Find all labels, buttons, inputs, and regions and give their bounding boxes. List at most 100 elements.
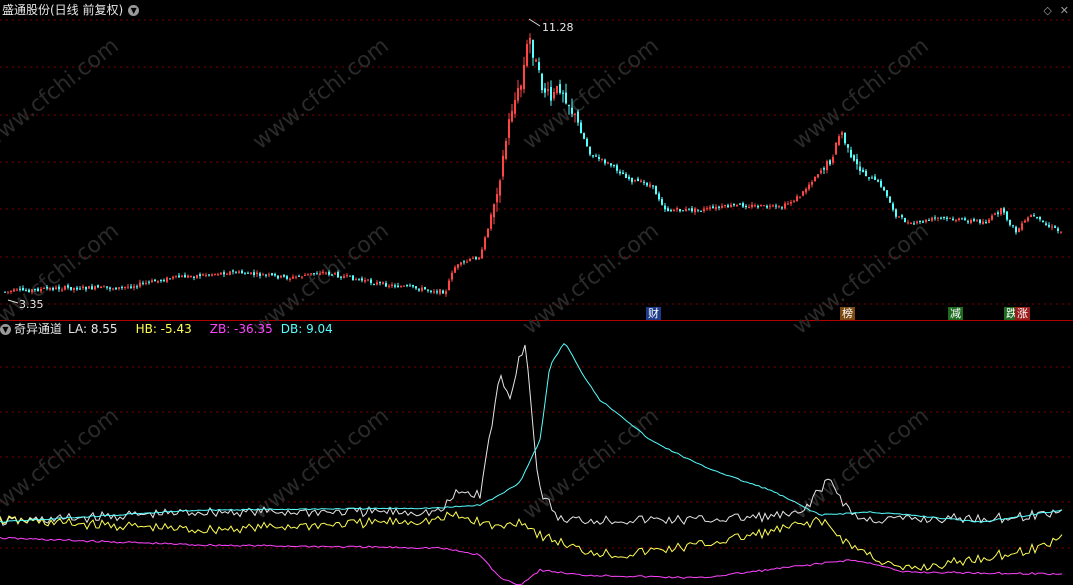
candle-body [382, 282, 384, 284]
candle-body [418, 289, 420, 291]
candle-body [601, 158, 603, 160]
candle-body [361, 278, 363, 281]
chevron-down-icon[interactable]: ▼ [0, 323, 11, 335]
candle-body [907, 222, 909, 224]
indicator-value-la: LA: 8.55 [68, 322, 118, 336]
candle-body [172, 276, 174, 279]
candle-body [259, 273, 261, 276]
candle-body [1027, 217, 1029, 221]
candle-body [1030, 214, 1032, 218]
candle-body [769, 205, 771, 207]
candle-body [892, 203, 894, 210]
candle-body [661, 199, 663, 205]
candle-body [901, 215, 903, 218]
candle-body [715, 206, 717, 210]
candle-body [592, 155, 594, 157]
candle-body [169, 278, 171, 280]
candle-body [556, 85, 558, 93]
candle-body [229, 271, 231, 275]
candle-body [916, 221, 918, 224]
window-controls: ◇ ✕ [1043, 4, 1069, 17]
candle-body [988, 219, 990, 223]
candle-body [508, 119, 510, 138]
candle-body [883, 187, 885, 191]
candle-body [562, 92, 564, 94]
candle-body [262, 274, 264, 276]
candle-body [898, 216, 900, 218]
candle-body [565, 92, 567, 104]
candle-body [859, 166, 861, 171]
candle-body [268, 274, 270, 276]
candle-body [619, 171, 621, 174]
candle-body [244, 273, 246, 275]
candle-body [787, 203, 789, 205]
candle-body [586, 138, 588, 147]
candle-body [997, 212, 999, 215]
candle-body [493, 204, 495, 218]
candle-body [568, 105, 570, 107]
candle-body [964, 218, 966, 220]
candle-body [547, 89, 549, 91]
candle-body [379, 282, 381, 284]
candle-body [970, 220, 972, 223]
candle-body [70, 287, 72, 290]
event-marker[interactable]: 涨 [1015, 307, 1030, 320]
candle-body [532, 39, 534, 58]
candle-body [631, 178, 633, 183]
candle-body [289, 278, 291, 280]
candle-body [904, 217, 906, 223]
candle-body [802, 191, 804, 196]
candle-body [388, 285, 390, 287]
candle-body [31, 289, 33, 293]
candle-body [250, 272, 252, 274]
candle-body [154, 279, 156, 282]
candle-body [373, 284, 375, 286]
candle-body [52, 287, 54, 290]
candle-body [1036, 216, 1038, 218]
candle-body [514, 100, 516, 114]
candle-body [292, 276, 294, 279]
candle-body [979, 219, 981, 224]
candle-body [643, 181, 645, 183]
indicator-name[interactable]: 奇异通道 [14, 322, 62, 336]
candle-body [358, 278, 360, 280]
candle-body [79, 288, 81, 290]
event-marker[interactable]: 榜 [840, 307, 855, 320]
candle-body [385, 283, 387, 287]
candle-body [283, 274, 285, 277]
watermark-text: www.cfchi.com [248, 33, 393, 154]
candle-body [352, 275, 354, 281]
candle-body [973, 219, 975, 221]
close-icon[interactable]: ✕ [1060, 4, 1069, 17]
candle-body [832, 156, 834, 163]
candle-body [952, 218, 954, 221]
candle-body [955, 220, 957, 222]
candle-body [886, 190, 888, 197]
candle-body [724, 205, 726, 207]
candle-body [1042, 220, 1044, 223]
candle-body [151, 280, 153, 283]
candle-body [196, 275, 198, 279]
event-marker[interactable]: 财 [646, 307, 661, 320]
candle-body [517, 88, 519, 101]
candle-body [55, 287, 57, 290]
candle-body [646, 182, 648, 186]
candle-body [538, 62, 540, 71]
chevron-down-icon[interactable]: ▼ [128, 5, 140, 16]
candle-body [424, 287, 426, 290]
candle-body [163, 280, 165, 282]
candle-body [583, 133, 585, 139]
candle-body [463, 261, 465, 263]
candle-body [112, 288, 114, 290]
candle-body [850, 149, 852, 158]
candle-body [487, 228, 489, 238]
event-marker[interactable]: 减 [948, 307, 963, 320]
candle-body [394, 285, 396, 287]
candle-body [406, 284, 408, 286]
diamond-icon[interactable]: ◇ [1043, 4, 1051, 17]
candle-body [793, 200, 795, 202]
candle-body [100, 286, 102, 289]
candle-body [277, 275, 279, 279]
candle-body [553, 91, 555, 99]
candle-body [28, 289, 30, 293]
